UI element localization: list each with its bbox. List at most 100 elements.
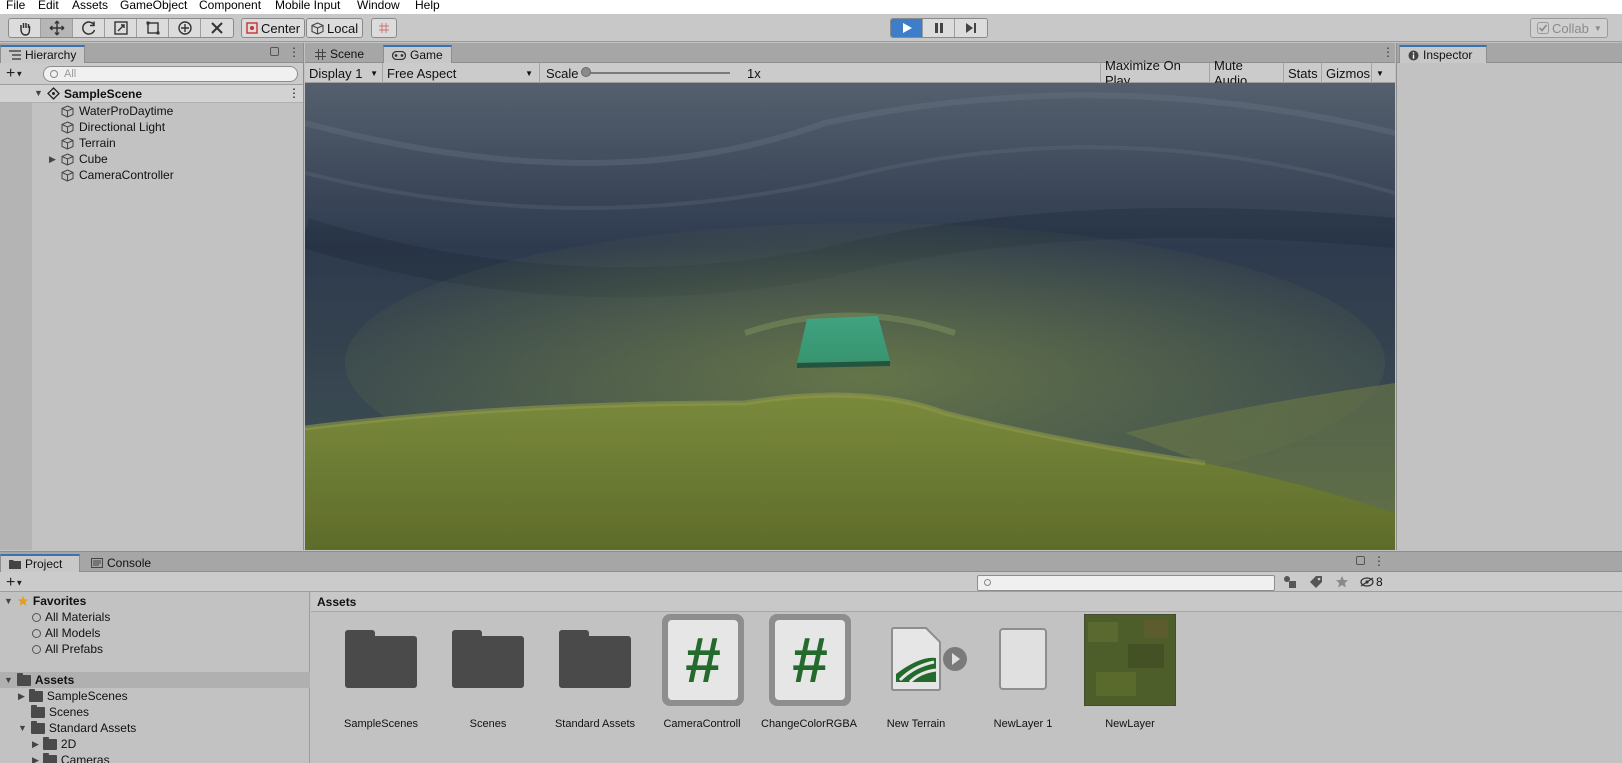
transform-tool-button[interactable]	[169, 19, 201, 37]
csharp-script-icon: #	[662, 614, 744, 706]
folder-tree-item[interactable]: ▼ Standard Assets	[18, 720, 136, 736]
expand-arrow-icon[interactable]: ▼	[34, 88, 43, 98]
lock-icon[interactable]	[270, 47, 279, 56]
scale-slider-handle[interactable]	[581, 67, 591, 77]
maximize-on-play-toggle[interactable]: Maximize On Play	[1100, 58, 1210, 88]
folder-tree-item[interactable]: Scenes	[31, 704, 89, 720]
folder-icon	[345, 630, 417, 688]
expand-arrow-icon[interactable]: ▶	[18, 691, 25, 702]
menu-window[interactable]: Window	[357, 0, 400, 12]
hierarchy-item[interactable]: Cube	[61, 151, 108, 167]
breadcrumb[interactable]: Assets	[311, 592, 1622, 612]
tab-inspector[interactable]: Inspector	[1399, 45, 1487, 63]
expand-arrow-icon[interactable]: ▶	[49, 154, 56, 165]
tab-game[interactable]: Game	[383, 45, 452, 63]
tab-hierarchy[interactable]: Hierarchy	[0, 45, 86, 63]
asset-label: CameraControll	[663, 718, 741, 730]
hierarchy-search-input[interactable]: All	[43, 66, 298, 82]
expand-arrow-icon[interactable]: ▼	[4, 675, 13, 685]
hand-tool-button[interactable]	[9, 19, 41, 37]
snap-toggle[interactable]	[371, 18, 397, 38]
asset-label: Standard Assets	[554, 718, 636, 730]
folder-tree-item[interactable]: ▶ Cameras	[32, 752, 110, 763]
gizmos-toggle[interactable]: Gizmos	[1322, 63, 1372, 83]
collab-button[interactable]: Collab ▼	[1530, 18, 1608, 38]
kebab-menu-icon[interactable]: ⋮	[1373, 555, 1385, 567]
gizmos-dropdown[interactable]: ▼	[1372, 63, 1392, 83]
tab-console[interactable]: Console	[83, 554, 159, 572]
favorite-item[interactable]: All Materials	[32, 609, 110, 625]
create-asset-button[interactable]: +▼	[6, 574, 23, 592]
expand-arrow-icon[interactable]: ▼	[4, 596, 13, 606]
menu-mobile-input[interactable]: Mobile Input	[275, 0, 340, 12]
menu-file[interactable]: File	[6, 0, 25, 12]
filter-label-button[interactable]	[1309, 575, 1323, 589]
kebab-menu-icon[interactable]: ⋮	[288, 46, 300, 58]
menu-component[interactable]: Component	[199, 0, 261, 12]
hierarchy-item[interactable]: Directional Light	[61, 119, 165, 135]
rotate-tool-button[interactable]	[73, 19, 105, 37]
menu-assets[interactable]: Assets	[72, 0, 108, 12]
tab-scene[interactable]: Scene	[307, 45, 372, 63]
rect-tool-button[interactable]	[137, 19, 169, 37]
kebab-menu-icon[interactable]: ⋮	[288, 86, 300, 100]
chevron-down-icon: ▼	[15, 69, 24, 79]
hierarchy-item[interactable]: Terrain	[61, 135, 116, 151]
tab-project[interactable]: Project	[0, 554, 80, 572]
favorites-header[interactable]: ▼ Favorites	[4, 593, 86, 609]
folder-tree-item[interactable]: ▶ SampleScenes	[18, 688, 128, 704]
project-search-input[interactable]	[977, 575, 1275, 591]
expand-arrow-icon[interactable]: ▼	[18, 723, 27, 733]
assets-root[interactable]: ▼ Assets	[4, 672, 74, 688]
favorite-item[interactable]: All Prefabs	[32, 641, 103, 657]
expand-arrow-icon[interactable]: ▶	[32, 739, 39, 750]
scale-slider-track[interactable]	[586, 72, 730, 74]
folder-icon	[452, 630, 524, 688]
mute-audio-toggle[interactable]: Mute Audio	[1210, 58, 1284, 88]
hierarchy-item-label: Directional Light	[79, 120, 166, 134]
favorite-button[interactable]	[1335, 575, 1349, 589]
breadcrumb-label: Assets	[317, 595, 357, 609]
kebab-menu-icon[interactable]: ⋮	[1382, 46, 1394, 58]
display-dropdown[interactable]: Display 1 ▼	[305, 63, 383, 83]
pause-button[interactable]	[923, 19, 955, 37]
create-button[interactable]: +▼	[6, 65, 23, 83]
hierarchy-item-label: Terrain	[79, 136, 116, 150]
chevron-down-icon: ▼	[370, 68, 378, 78]
hierarchy-item[interactable]: CameraController	[61, 167, 174, 183]
custom-tool-button[interactable]	[201, 19, 233, 37]
grid-icon	[315, 48, 326, 60]
filter-icon	[1284, 576, 1296, 588]
lock-icon[interactable]	[1356, 556, 1365, 565]
folder-tree-label: Cameras	[60, 753, 110, 763]
expand-arrow-icon[interactable]: ▶	[32, 755, 39, 763]
stats-label: Stats	[1288, 65, 1318, 81]
project-panel: Project Console ⋮ +▼ 8 ▼ Favorites All M…	[0, 551, 1622, 763]
pivot-center-toggle[interactable]: Center	[241, 18, 306, 38]
search-placeholder: All	[64, 68, 77, 80]
move-tool-button[interactable]	[41, 19, 73, 37]
play-button[interactable]	[891, 19, 923, 37]
hierarchy-item[interactable]: WaterProDaytime	[61, 103, 173, 119]
scene-row[interactable]: ▼ SampleScene ⋮	[0, 85, 303, 103]
step-button[interactable]	[955, 19, 987, 37]
hierarchy-panel: Hierarchy ⋮ +▼ All ▼ SampleScene ⋮ Water…	[0, 43, 304, 550]
aspect-dropdown[interactable]: Free Aspect ▼	[383, 63, 540, 83]
menu-edit[interactable]: Edit	[38, 0, 59, 12]
space-local-toggle[interactable]: Local	[306, 18, 364, 38]
menu-gameobject[interactable]: GameObject	[120, 0, 187, 12]
scale-tool-button[interactable]	[105, 19, 137, 37]
stats-toggle[interactable]: Stats	[1284, 63, 1322, 83]
hierarchy-tabbar: Hierarchy ⋮	[0, 43, 303, 63]
hidden-packages-toggle[interactable]: 8	[1360, 574, 1383, 590]
search-icon	[32, 612, 41, 622]
favorite-item[interactable]: All Models	[32, 625, 100, 641]
hierarchy-tree: ▼ SampleScene ⋮ WaterProDaytime Directio…	[0, 85, 303, 550]
game-viewport[interactable]	[305, 83, 1395, 550]
tab-project-label: Project	[25, 557, 63, 571]
folder-tree-item[interactable]: ▶ 2D	[32, 736, 76, 752]
menu-help[interactable]: Help	[415, 0, 440, 12]
expand-subassets-icon[interactable]	[942, 646, 968, 672]
main-toolbar: Center Local Collab ▼	[0, 14, 1622, 42]
filter-type-button[interactable]	[1283, 575, 1297, 589]
